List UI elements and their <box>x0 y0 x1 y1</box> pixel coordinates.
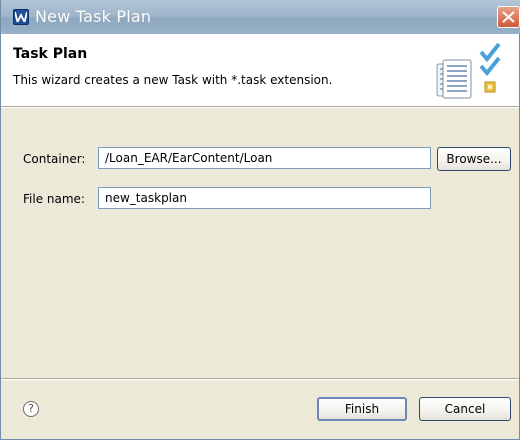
task-checklist-icon <box>436 42 501 99</box>
wizard-description: This wizard creates a new Task with *.ta… <box>13 73 333 87</box>
file-name-label: File name: <box>23 192 85 206</box>
file-name-input[interactable] <box>98 187 431 209</box>
browse-button[interactable]: Browse... <box>437 147 511 171</box>
websphere-icon <box>13 9 29 25</box>
window-title: New Task Plan <box>35 7 152 26</box>
container-label: Container: <box>23 152 86 166</box>
header-divider-highlight <box>1 107 519 108</box>
close-icon <box>502 11 515 23</box>
finish-button[interactable]: Finish <box>317 397 407 421</box>
close-button[interactable] <box>497 6 520 28</box>
wizard-title: Task Plan <box>13 46 88 62</box>
help-icon[interactable]: ? <box>23 401 39 417</box>
wizard-header: Task Plan This wizard creates a new Task… <box>1 34 519 106</box>
new-task-plan-dialog: New Task Plan Task Plan This wizard crea… <box>0 0 520 440</box>
title-bar[interactable]: New Task Plan <box>1 0 520 34</box>
container-input[interactable] <box>98 147 431 169</box>
footer-divider-highlight <box>1 379 519 380</box>
cancel-button[interactable]: Cancel <box>419 397 511 421</box>
